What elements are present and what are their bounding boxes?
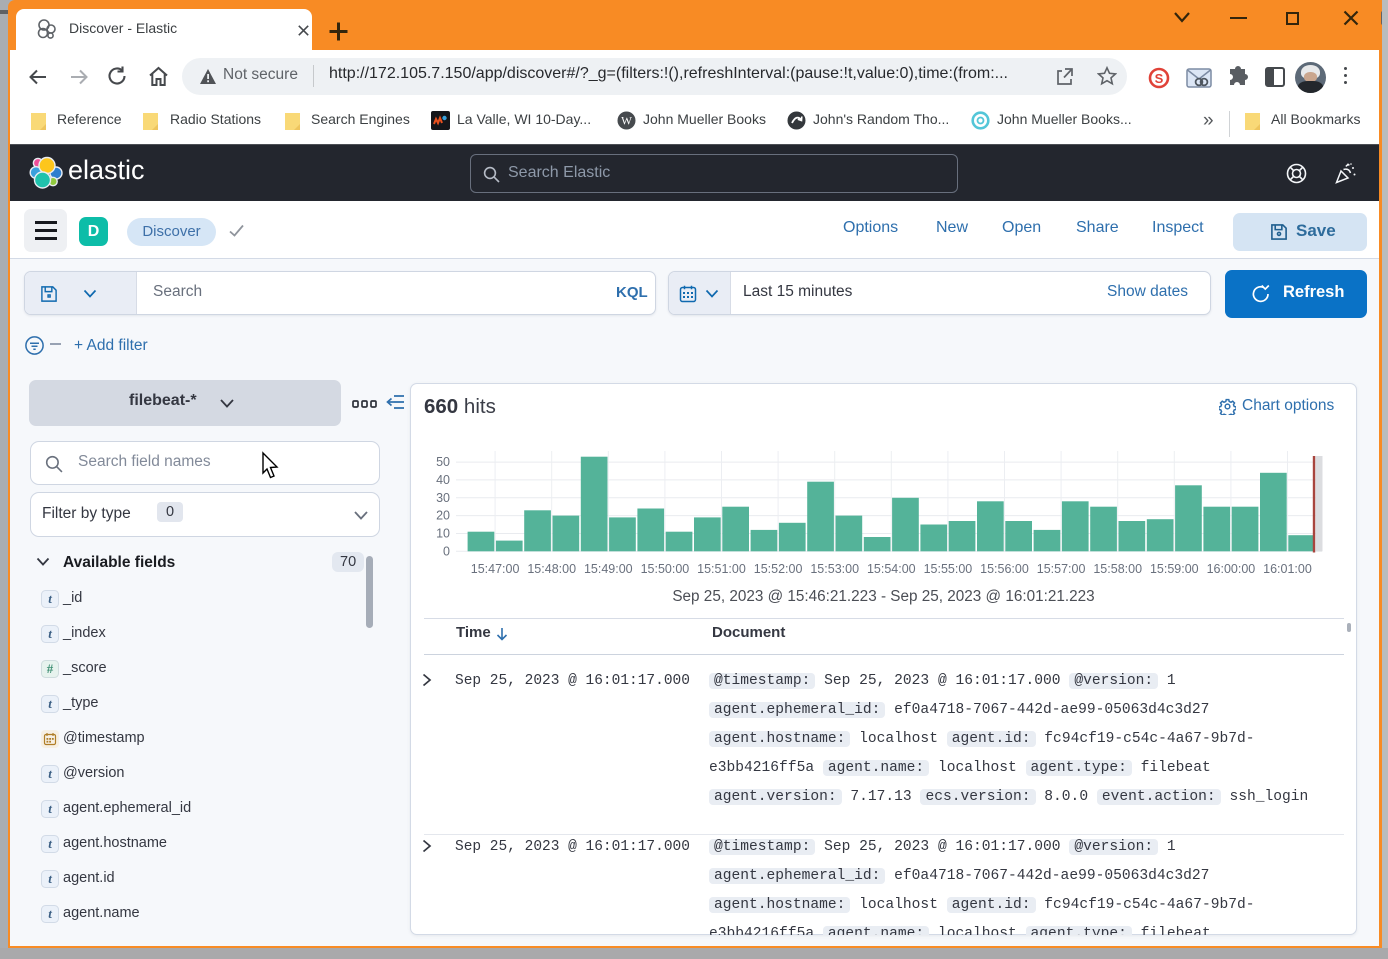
svg-text:15:49:00: 15:49:00 [584,562,633,576]
svg-text:20: 20 [436,509,450,523]
svg-text:40: 40 [436,473,450,487]
svg-text:16:01:00: 16:01:00 [1263,562,1312,576]
svg-text:15:59:00: 15:59:00 [1150,562,1199,576]
svg-text:15:55:00: 15:55:00 [924,562,973,576]
svg-text:15:56:00: 15:56:00 [980,562,1029,576]
svg-text:S: S [1155,71,1164,86]
svg-text:30: 30 [436,491,450,505]
svg-text:15:47:00: 15:47:00 [471,562,520,576]
svg-text:W: W [621,116,632,128]
svg-text:15:53:00: 15:53:00 [810,562,859,576]
svg-text:10: 10 [436,527,450,541]
svg-text:15:58:00: 15:58:00 [1093,562,1142,576]
svg-text:15:48:00: 15:48:00 [527,562,576,576]
svg-text:15:54:00: 15:54:00 [867,562,916,576]
svg-text:15:52:00: 15:52:00 [754,562,803,576]
svg-text:15:50:00: 15:50:00 [641,562,690,576]
svg-text:0: 0 [443,544,450,558]
svg-text:15:51:00: 15:51:00 [697,562,746,576]
svg-text:50: 50 [436,455,450,469]
svg-text:16:00:00: 16:00:00 [1207,562,1256,576]
svg-text:15:57:00: 15:57:00 [1037,562,1086,576]
